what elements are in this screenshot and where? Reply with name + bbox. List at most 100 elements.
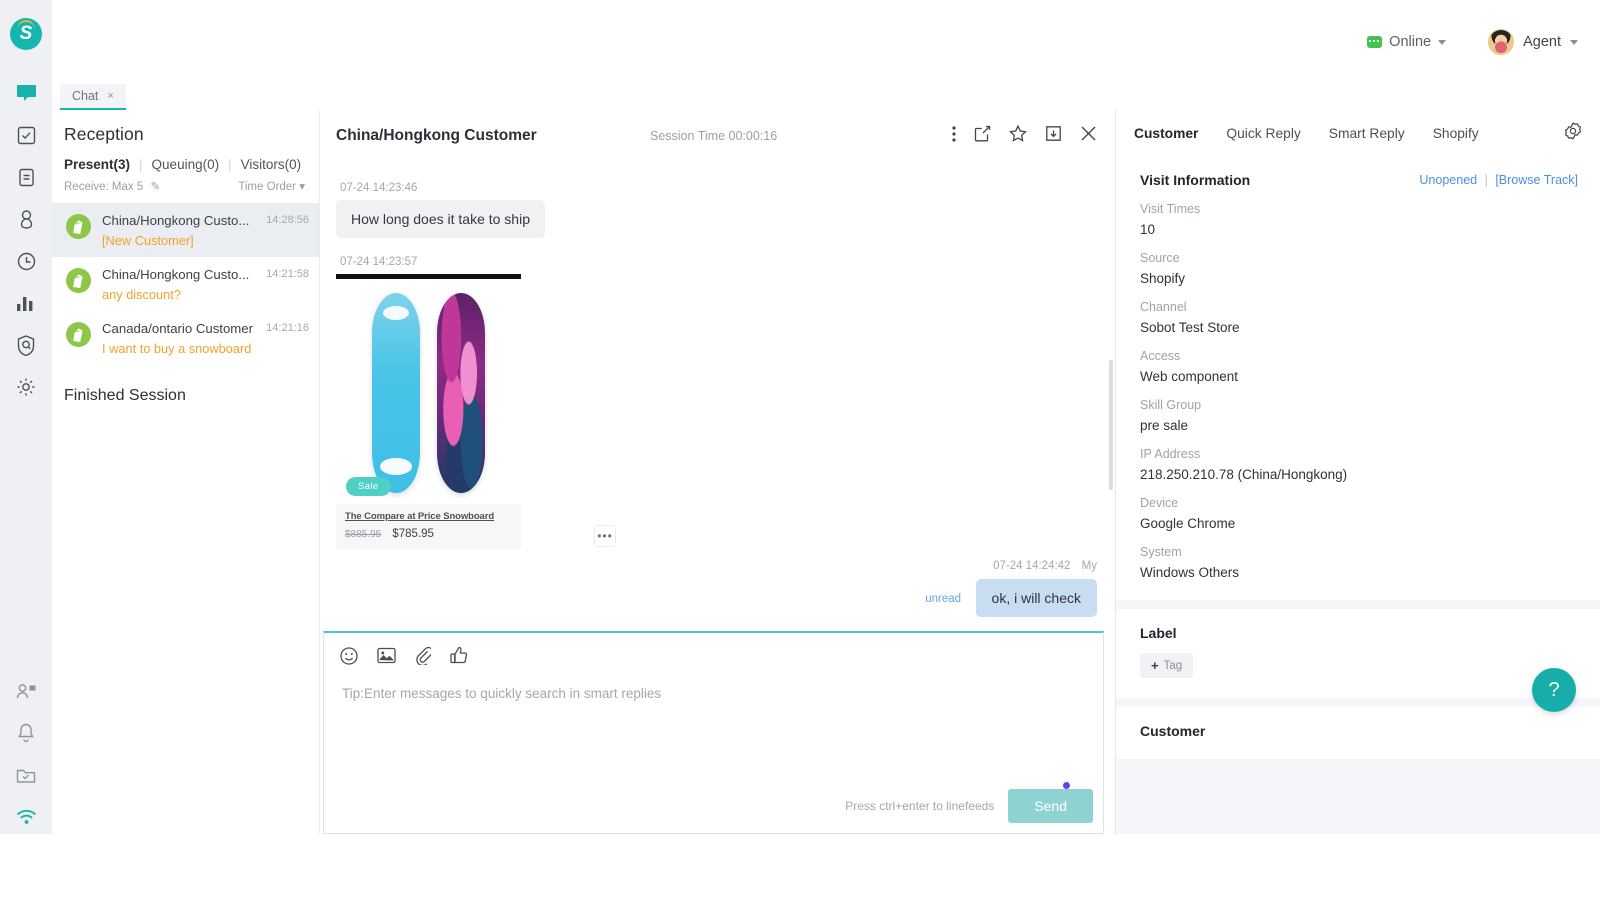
field-value: Google Chrome — [1140, 516, 1236, 531]
session-list: China/Hongkong Custo... [New Customer] 1… — [52, 203, 319, 365]
agent-label: Agent — [1523, 34, 1561, 50]
rail-item-customers[interactable] — [0, 198, 52, 240]
receive-max-setting[interactable]: Receive: Max 5 ✎ — [64, 179, 160, 193]
list-item[interactable]: Canada/ontario Customer I want to buy a … — [52, 311, 319, 365]
footer-strip — [0, 834, 1600, 900]
reception-tabs: Present(3) | Queuing(0) | Visitors(0) — [52, 145, 319, 172]
field-access: Access Web component — [1140, 349, 1578, 384]
tab-strip: Chat × — [52, 84, 1600, 110]
rail-item-reports[interactable] — [0, 282, 52, 324]
order-selector[interactable]: Time Order ▾ — [238, 179, 305, 193]
message-row-outgoing: 07-24 14:24:42 My unread ok, i will chec… — [925, 560, 1097, 617]
field-skill-group: Skill Group pre sale — [1140, 398, 1578, 433]
document-icon — [17, 168, 36, 187]
tab-visitors[interactable]: Visitors(0) — [241, 157, 302, 172]
tab-chat[interactable]: Chat × — [60, 84, 126, 110]
outgoing-author: My — [1081, 560, 1097, 572]
tab-present[interactable]: Present(3) — [64, 157, 130, 172]
session-preview: any discount? — [102, 287, 181, 302]
composer-toolbar: ⚡ — [324, 633, 1600, 900]
tab-divider: | — [228, 157, 232, 172]
browse-track-link[interactable]: [Browse Track] — [1495, 173, 1578, 187]
session-time: 14:28:56 — [266, 214, 309, 226]
outgoing-meta: 07-24 14:24:42 My — [925, 560, 1097, 572]
field-label: Visit Times — [1140, 202, 1201, 216]
page-title: Reception — [64, 124, 144, 144]
list-item-text: Canada/ontario Customer I want to buy a … — [102, 320, 260, 356]
product-name[interactable]: The Compare at Price Snowboard — [345, 511, 512, 522]
save-session-icon[interactable] — [1045, 125, 1062, 147]
close-icon[interactable] — [1080, 125, 1097, 147]
bell-icon — [17, 723, 35, 743]
rail-item-quality[interactable] — [0, 324, 52, 366]
rail-item-network[interactable] — [0, 796, 52, 838]
product-image: Sale — [336, 274, 521, 504]
session-time: 14:21:16 — [266, 322, 309, 334]
rail-item-contacts[interactable] — [0, 670, 52, 712]
product-card[interactable]: Sale The Compare at Price Snowboard $885… — [336, 274, 616, 549]
tab-queuing[interactable]: Queuing(0) — [152, 157, 220, 172]
help-button[interactable]: ? — [1532, 668, 1576, 712]
tab-customer[interactable]: Customer — [1134, 126, 1198, 141]
agent-menu[interactable]: Agent — [1488, 29, 1578, 55]
user-drop-icon — [17, 209, 36, 229]
field-value: Windows Others — [1140, 565, 1240, 580]
session-time: 14:21:58 — [266, 268, 309, 280]
link-separator: | — [1484, 173, 1488, 187]
label-card-title: Label — [1140, 625, 1177, 641]
right-panel-tabs: Customer Quick Reply Smart Reply Shopify — [1116, 110, 1600, 156]
tab-quick-reply[interactable]: Quick Reply — [1226, 126, 1300, 141]
wifi-icon — [16, 809, 37, 825]
chevron-down-icon: ▾ — [299, 181, 305, 193]
star-icon[interactable] — [1009, 124, 1027, 147]
typing-indicator-dot — [1063, 782, 1070, 789]
tab-smart-reply[interactable]: Smart Reply — [1329, 126, 1405, 141]
field-label: System — [1140, 545, 1182, 559]
message-input[interactable]: Tip:Enter messages to quickly search in … — [324, 670, 1103, 701]
message-row-incoming: How long does it take to ship — [336, 200, 1099, 238]
thumbs-up-icon[interactable] — [450, 646, 468, 670]
order-label: Time Order — [238, 181, 297, 193]
app-logo-icon: S — [10, 18, 42, 50]
chat-action-bar — [952, 124, 1097, 147]
chevron-down-icon — [1438, 39, 1447, 45]
image-icon[interactable] — [377, 647, 396, 669]
emoji-icon[interactable] — [340, 646, 358, 670]
rail-item-history[interactable] — [0, 240, 52, 282]
tab-shopify[interactable]: Shopify — [1433, 126, 1479, 141]
chevron-down-icon — [1570, 39, 1578, 45]
field-label: Skill Group — [1140, 398, 1202, 412]
message-timestamp: 07-24 14:23:46 — [340, 182, 418, 194]
rail-item-tickets[interactable] — [0, 156, 52, 198]
attachment-icon[interactable] — [415, 646, 434, 670]
list-item[interactable]: China/Hongkong Custo... any discount? 14… — [52, 257, 319, 311]
message-scrollbar[interactable] — [1109, 360, 1113, 490]
rail-item-tasks[interactable] — [0, 114, 52, 156]
sale-badge: Sale — [346, 477, 391, 496]
status-label: Online — [1389, 34, 1432, 50]
unopened-link[interactable]: Unopened — [1419, 173, 1477, 187]
gear-icon[interactable] — [1564, 121, 1582, 145]
top-bar: Online Agent — [52, 0, 1600, 84]
message-composer[interactable]: ⚡ Tip:Enter messages to quickly search i… — [323, 631, 1600, 900]
edit-pencil-icon[interactable]: ✎ — [150, 181, 160, 193]
customer-card: Customer — [1116, 707, 1600, 759]
shopify-avatar-icon — [66, 322, 91, 347]
session-name: China/Hongkong Custo... — [102, 267, 250, 282]
list-item[interactable]: China/Hongkong Custo... [New Customer] 1… — [52, 203, 319, 257]
send-button[interactable]: Send — [1008, 789, 1093, 823]
close-icon[interactable]: × — [107, 90, 113, 102]
message-more-button[interactable]: ••• — [594, 525, 616, 547]
receive-max-label: Receive: Max 5 — [64, 181, 144, 193]
rail-item-folder[interactable] — [0, 754, 52, 796]
transfer-icon[interactable] — [974, 125, 991, 147]
rail-item-settings[interactable] — [0, 366, 52, 408]
status-selector[interactable]: Online — [1367, 34, 1447, 50]
rail-item-notifications[interactable] — [0, 712, 52, 754]
add-tag-button[interactable]: + Tag — [1140, 653, 1194, 678]
session-preview: I want to buy a snowboard — [102, 341, 252, 356]
finished-session-header[interactable]: Finished Session — [52, 365, 319, 405]
rail-item-chat[interactable] — [0, 72, 52, 114]
visit-card-title: Visit Information — [1140, 172, 1251, 188]
more-options-icon[interactable] — [952, 125, 956, 147]
